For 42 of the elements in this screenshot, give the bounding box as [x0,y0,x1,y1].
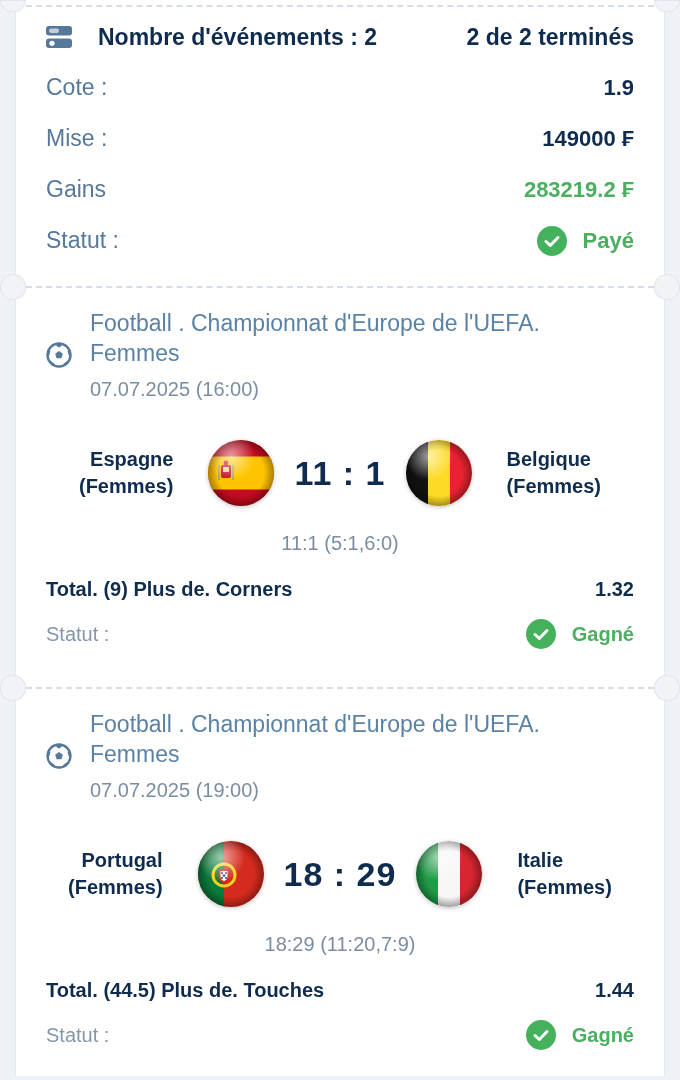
league-title: Football . Championnat d'Europe de l'UEFA. Femmes [90,710,541,769]
status-text: Gagné [571,622,634,646]
soccer-ball-icon [46,342,72,368]
check-circle-icon [536,225,567,256]
ticket-notch [654,274,680,300]
status-text: Payé [582,227,634,254]
events-completed-text: 2 de 2 terminés [466,23,634,51]
row-label: Mise : [46,125,108,152]
status-label: Statut : [46,622,110,646]
bet-odds: 1.44 [595,978,634,1002]
match-score: 11 : 1 [294,453,386,493]
row-value: 149000 ₣ [542,125,634,152]
team-name: Espagne (Femmes) [77,447,174,499]
row-label: Statut : [46,227,119,254]
bet-selection: Total. (44.5) Plus de. Touches [46,978,325,1002]
status-label: Statut : [46,1023,110,1047]
row-label: Gains [46,176,107,203]
score-detail: 18:29 (11:20,7:9) [264,932,416,957]
bet-odds: 1.32 [595,577,634,601]
bet-selection: Total. (9) Plus de. Corners [46,577,293,601]
soccer-ball-icon [46,743,72,769]
match-score: 18 : 29 [283,854,397,894]
match-datetime: 07.07.2025 (16:00) [90,377,261,402]
check-circle-icon [525,1020,556,1050]
team-name: Italie (Femmes) [517,848,613,900]
ticket-notch [0,675,26,701]
team-name: Belgique (Femmes) [506,447,602,499]
team-name: Portugal (Femmes) [67,848,163,900]
status-text: Gagné [571,1023,634,1047]
winnings-value: 283219.2 ₣ [523,176,634,203]
check-circle-icon [525,619,556,649]
ticket-notch [0,0,26,12]
ticket-notch [654,675,680,701]
event-count-title: Nombre d'événements : 2 [98,23,378,51]
row-label: Cote : [46,74,108,101]
score-detail: 11:1 (5:1,6:0) [281,531,399,556]
league-title: Football . Championnat d'Europe de l'UEFA. Femmes [90,309,541,368]
ticket-notch [0,274,26,300]
match-datetime: 07.07.2025 (19:00) [90,778,261,803]
ticket-notch [654,0,680,12]
row-value: 1.9 [603,74,634,101]
stacked-toggles-icon [46,26,72,48]
